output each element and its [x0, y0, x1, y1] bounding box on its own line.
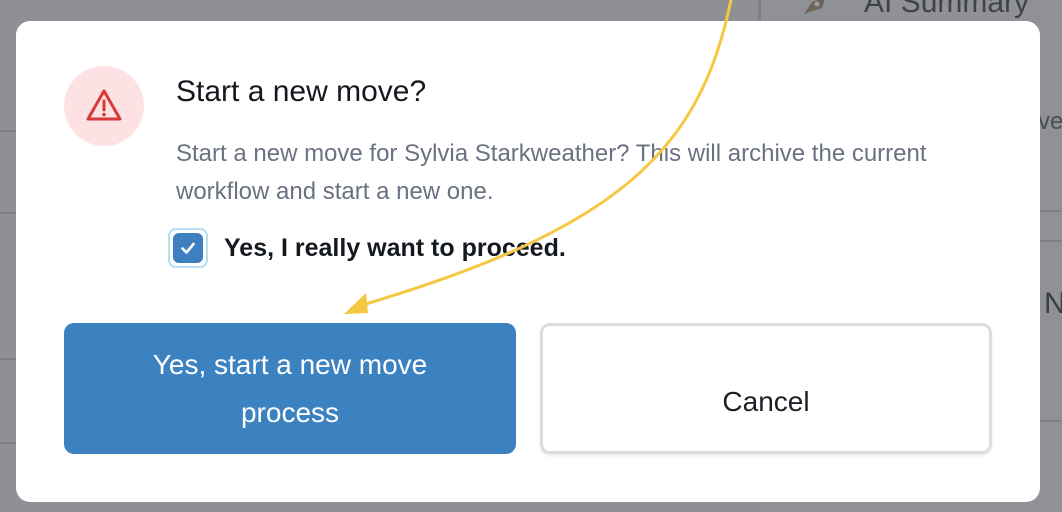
background-divider — [0, 442, 16, 444]
dialog-description: Start a new move for Sylvia Starkweather… — [176, 140, 927, 205]
start-new-move-dialog: Start a new move? Start a new move for S… — [16, 21, 1040, 502]
warning-triangle-icon — [86, 89, 122, 121]
background-divider — [1040, 420, 1062, 422]
confirm-checkbox-label[interactable]: Yes, I really want to proceed. — [224, 234, 566, 263]
rocket-icon — [804, 0, 825, 14]
confirm-checkbox[interactable] — [168, 228, 208, 268]
start-new-move-button[interactable]: Yes, start a new move process — [64, 323, 516, 454]
background-text-fragment: ve — [1038, 108, 1062, 135]
background-divider — [0, 358, 16, 360]
dialog-title: Start a new move? — [176, 75, 427, 108]
background-divider — [1040, 210, 1062, 212]
confirm-checkbox-row[interactable]: Yes, I really want to proceed. — [168, 227, 566, 269]
warning-icon-badge — [64, 66, 144, 146]
cancel-button[interactable]: Cancel — [540, 323, 992, 454]
checkmark-icon — [181, 242, 195, 254]
ai-summary-title: AI Summary — [864, 0, 1030, 19]
background-divider — [0, 212, 16, 214]
background-divider — [0, 130, 16, 132]
background-divider — [1040, 240, 1062, 242]
checkbox-checked-box[interactable] — [173, 233, 203, 263]
background-text-fragment: N — [1044, 287, 1062, 320]
background-panel-border — [758, 0, 761, 22]
